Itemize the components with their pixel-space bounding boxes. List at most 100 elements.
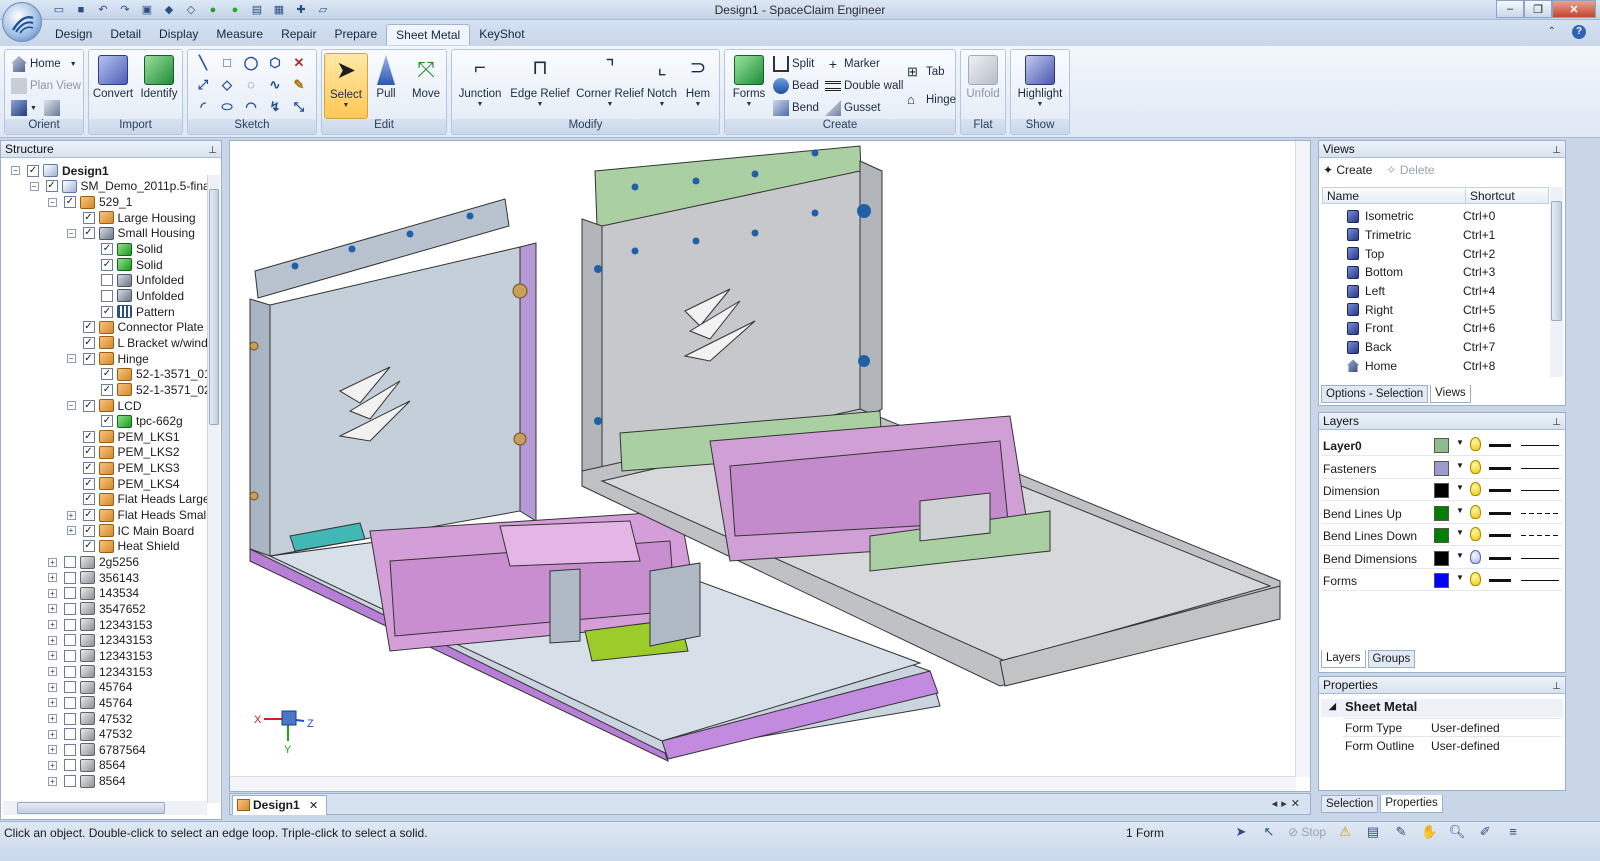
spline-tool-icon[interactable]: ∿ bbox=[266, 76, 284, 94]
tree-item[interactable]: ✓ Solid bbox=[85, 241, 163, 257]
delete-view-button[interactable]: ✧ Delete bbox=[1386, 163, 1434, 177]
expand-toggle[interactable]: + bbox=[48, 698, 57, 708]
line-weight-selector[interactable] bbox=[1489, 444, 1511, 447]
expand-toggle[interactable]: + bbox=[66, 510, 76, 520]
layer-color-swatch[interactable] bbox=[1434, 460, 1449, 476]
tab-keyshot[interactable]: KeyShot bbox=[470, 24, 533, 45]
visibility-checkbox[interactable] bbox=[64, 696, 76, 709]
line-style-selector[interactable] bbox=[1521, 490, 1559, 491]
layer-color-swatch[interactable] bbox=[1434, 573, 1449, 588]
line-style-selector[interactable] bbox=[1521, 557, 1559, 559]
visibility-checkbox[interactable] bbox=[64, 743, 76, 756]
layer-color-swatch[interactable] bbox=[1434, 483, 1449, 498]
tree-item[interactable]: +356143 bbox=[48, 570, 139, 586]
tree-item[interactable]: +47532 bbox=[48, 726, 132, 742]
expand-toggle[interactable]: + bbox=[48, 745, 57, 755]
pin-icon[interactable]: ⊥ bbox=[208, 142, 217, 159]
tree-item[interactable]: +2g5256 bbox=[48, 554, 139, 570]
layer-color-swatch[interactable] bbox=[1434, 550, 1449, 566]
expand-toggle[interactable]: + bbox=[48, 729, 57, 739]
tree-item[interactable]: +3547652 bbox=[48, 601, 146, 617]
expand-toggle[interactable]: + bbox=[48, 588, 57, 598]
edge-relief-button[interactable]: ⊓ Edge Relief ▼ bbox=[507, 53, 573, 119]
visibility-checkbox[interactable]: ✓ bbox=[101, 305, 113, 318]
tree-item[interactable]: ✓ Solid bbox=[85, 257, 163, 273]
visibility-checkbox[interactable]: ✓ bbox=[82, 352, 95, 365]
pull-button[interactable]: Pull bbox=[364, 53, 408, 119]
lightbulb-icon[interactable] bbox=[1470, 482, 1481, 496]
tab-display[interactable]: Display bbox=[150, 24, 207, 45]
visibility-checkbox[interactable]: ✓ bbox=[101, 258, 113, 271]
extend-tool-icon[interactable]: ⤡ bbox=[290, 98, 308, 116]
hem-button[interactable]: ⊃ Hem ▼ bbox=[680, 53, 716, 119]
view-row[interactable]: Top Ctrl+2 bbox=[1347, 244, 1547, 263]
visibility-checkbox[interactable]: ✓ bbox=[82, 462, 95, 475]
tab-options-selection[interactable]: Options - Selection bbox=[1321, 385, 1429, 403]
marker-button[interactable]: + Marker bbox=[825, 54, 880, 74]
design-viewport[interactable]: X Y Z bbox=[229, 140, 1311, 792]
scrollbar-thumb[interactable] bbox=[209, 189, 219, 425]
forms-button[interactable]: Forms ▼ bbox=[727, 53, 771, 119]
three-point-rect-icon[interactable]: ◇ bbox=[218, 76, 236, 94]
tree-item[interactable]: − ✓ Small Housing bbox=[66, 226, 195, 242]
line-style-selector[interactable] bbox=[1521, 580, 1559, 581]
structure-horizontal-scrollbar[interactable] bbox=[3, 801, 207, 815]
tree-item[interactable]: − ✓ Hinge bbox=[66, 351, 149, 367]
layer-row[interactable]: Forms ▼ bbox=[1321, 570, 1563, 591]
expand-toggle[interactable]: − bbox=[29, 181, 39, 191]
lightbulb-icon[interactable] bbox=[1470, 572, 1481, 586]
expand-toggle[interactable]: − bbox=[66, 401, 76, 411]
identify-button[interactable]: Identify bbox=[137, 53, 181, 119]
move-button[interactable]: ⤧ Move bbox=[404, 53, 448, 119]
property-row[interactable]: Form Type User-defined bbox=[1343, 718, 1561, 736]
tree-item[interactable]: − ✓ 529_1 bbox=[48, 194, 132, 210]
properties-group-header[interactable]: ◢ Sheet Metal bbox=[1321, 699, 1563, 717]
visibility-checkbox[interactable]: ✓ bbox=[82, 509, 95, 522]
chevron-down-icon[interactable]: ▼ bbox=[1456, 483, 1464, 492]
visibility-checkbox[interactable] bbox=[64, 681, 76, 694]
tab-design[interactable]: Design bbox=[46, 24, 101, 45]
tree-item[interactable]: +12343153 bbox=[48, 664, 152, 680]
tree-item[interactable]: ✓ PEM_LKS3 bbox=[67, 460, 180, 476]
select-mode-icon[interactable]: ➤ bbox=[1232, 824, 1250, 840]
line-weight-selector[interactable] bbox=[1489, 534, 1511, 537]
visibility-checkbox[interactable] bbox=[64, 712, 76, 725]
tree-item[interactable]: ✓ Pattern bbox=[85, 304, 175, 320]
visibility-checkbox[interactable]: ✓ bbox=[82, 336, 95, 349]
pen-icon[interactable]: ✐ bbox=[1476, 824, 1494, 840]
expand-toggle[interactable]: + bbox=[48, 557, 57, 567]
create-view-button[interactable]: ✦ Create bbox=[1323, 163, 1372, 177]
chevron-down-icon[interactable]: ▼ bbox=[1456, 506, 1464, 515]
visibility-checkbox[interactable]: ✓ bbox=[82, 399, 95, 412]
line-tool-icon[interactable]: ╲ bbox=[194, 54, 212, 72]
notch-button[interactable]: ⌞ Notch ▼ bbox=[644, 53, 680, 119]
layer-color-swatch[interactable] bbox=[1434, 505, 1449, 521]
visibility-checkbox[interactable]: ✓ bbox=[64, 196, 76, 209]
visibility-checkbox[interactable]: ✓ bbox=[101, 243, 113, 256]
fillet-tool-icon[interactable]: ✎ bbox=[290, 76, 308, 94]
visibility-checkbox[interactable] bbox=[64, 571, 76, 584]
double-wall-button[interactable]: Double wall bbox=[825, 76, 903, 96]
views-scrollbar[interactable] bbox=[1550, 187, 1563, 377]
section-icon[interactable]: ▤ bbox=[1364, 824, 1382, 840]
style-icon[interactable]: ≡ bbox=[1504, 824, 1522, 840]
tree-item[interactable]: Unfolded bbox=[85, 273, 184, 289]
tree-item[interactable]: +8564 bbox=[48, 773, 126, 789]
view-row[interactable]: Home Ctrl+8 bbox=[1347, 357, 1547, 376]
tab-layers[interactable]: Layers bbox=[1321, 650, 1366, 668]
tree-item[interactable]: − ✓ SM_Demo_2011p.5-final bbox=[29, 179, 212, 195]
expand-toggle[interactable]: + bbox=[48, 651, 57, 661]
visibility-checkbox[interactable]: ✓ bbox=[101, 415, 113, 428]
view-row[interactable]: Back Ctrl+7 bbox=[1347, 338, 1547, 357]
tree-item[interactable]: +12343153 bbox=[48, 617, 152, 633]
visibility-checkbox[interactable] bbox=[64, 649, 76, 662]
tree-item[interactable]: + ✓ IC Main Board bbox=[66, 523, 194, 539]
tree-item[interactable]: − ✓ Design1 bbox=[11, 163, 109, 179]
visibility-checkbox[interactable]: ✓ bbox=[82, 477, 95, 490]
app-logo-button[interactable] bbox=[2, 2, 42, 42]
view-row[interactable]: Front Ctrl+6 bbox=[1347, 319, 1547, 338]
layer-color-swatch[interactable] bbox=[1434, 438, 1449, 453]
lightbulb-icon[interactable] bbox=[1470, 504, 1481, 519]
viewport-horizontal-scrollbar[interactable] bbox=[230, 776, 1296, 791]
tree-item[interactable]: +6787564 bbox=[48, 742, 146, 758]
